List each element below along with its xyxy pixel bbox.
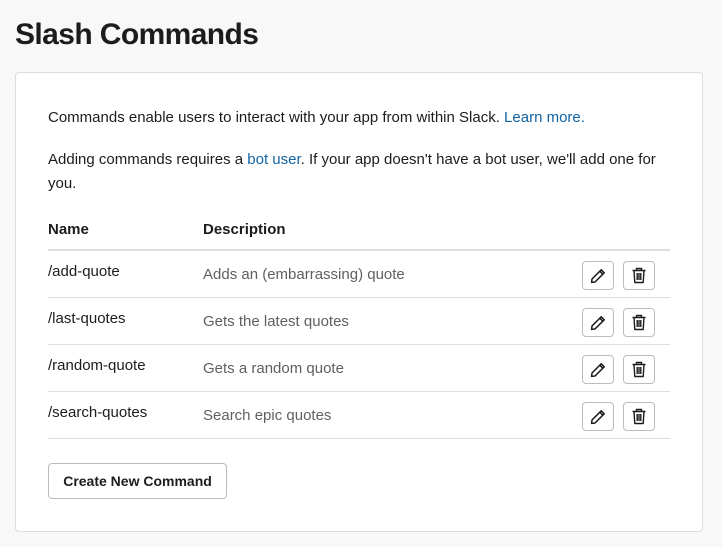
delete-command-button[interactable] xyxy=(623,355,655,384)
column-header-description: Description xyxy=(203,221,286,238)
command-name: /last-quotes xyxy=(48,310,126,327)
edit-command-button[interactable] xyxy=(582,308,614,337)
trash-icon xyxy=(632,408,646,425)
table-row: /random-quote Gets a random quote xyxy=(48,345,670,392)
delete-command-button[interactable] xyxy=(623,308,655,337)
command-description: Gets the latest quotes xyxy=(203,313,349,330)
table-row: /search-quotes Search epic quotes xyxy=(48,392,670,439)
pencil-icon xyxy=(590,362,605,377)
command-description: Gets a random quote xyxy=(203,360,344,377)
learn-more-link[interactable]: Learn more. xyxy=(504,109,585,126)
create-new-command-button[interactable]: Create New Command xyxy=(48,463,227,499)
delete-command-button[interactable] xyxy=(623,402,655,431)
edit-command-button[interactable] xyxy=(582,402,614,431)
command-description: Adds an (embarrassing) quote xyxy=(203,266,405,283)
pencil-icon xyxy=(590,409,605,424)
delete-command-button[interactable] xyxy=(623,261,655,290)
bot-note-prefix: Adding commands requires a xyxy=(48,151,248,168)
command-description: Search epic quotes xyxy=(203,407,332,424)
command-name: /search-quotes xyxy=(48,404,148,421)
intro-text: Commands enable users to interact with y… xyxy=(48,108,585,128)
pencil-icon xyxy=(590,315,605,330)
intro-description: Commands enable users to interact with y… xyxy=(48,109,500,126)
bot-user-link[interactable]: bot user xyxy=(247,151,300,168)
table-row: /add-quote Adds an (embarrassing) quote xyxy=(48,251,670,298)
bot-user-note: Adding commands requires a bot user. If … xyxy=(48,148,678,196)
trash-icon xyxy=(632,267,646,284)
page-title: Slash Commands xyxy=(15,18,259,51)
trash-icon xyxy=(632,361,646,378)
commands-card: Commands enable users to interact with y… xyxy=(15,72,703,532)
table-header: Name Description xyxy=(48,219,670,251)
table-row: /last-quotes Gets the latest quotes xyxy=(48,298,670,345)
commands-table: Name Description /add-quote Adds an (emb… xyxy=(48,219,670,439)
trash-icon xyxy=(632,314,646,331)
edit-command-button[interactable] xyxy=(582,261,614,290)
column-header-name: Name xyxy=(48,221,89,238)
command-name: /add-quote xyxy=(48,263,120,280)
edit-command-button[interactable] xyxy=(582,355,614,384)
command-name: /random-quote xyxy=(48,357,146,374)
pencil-icon xyxy=(590,268,605,283)
